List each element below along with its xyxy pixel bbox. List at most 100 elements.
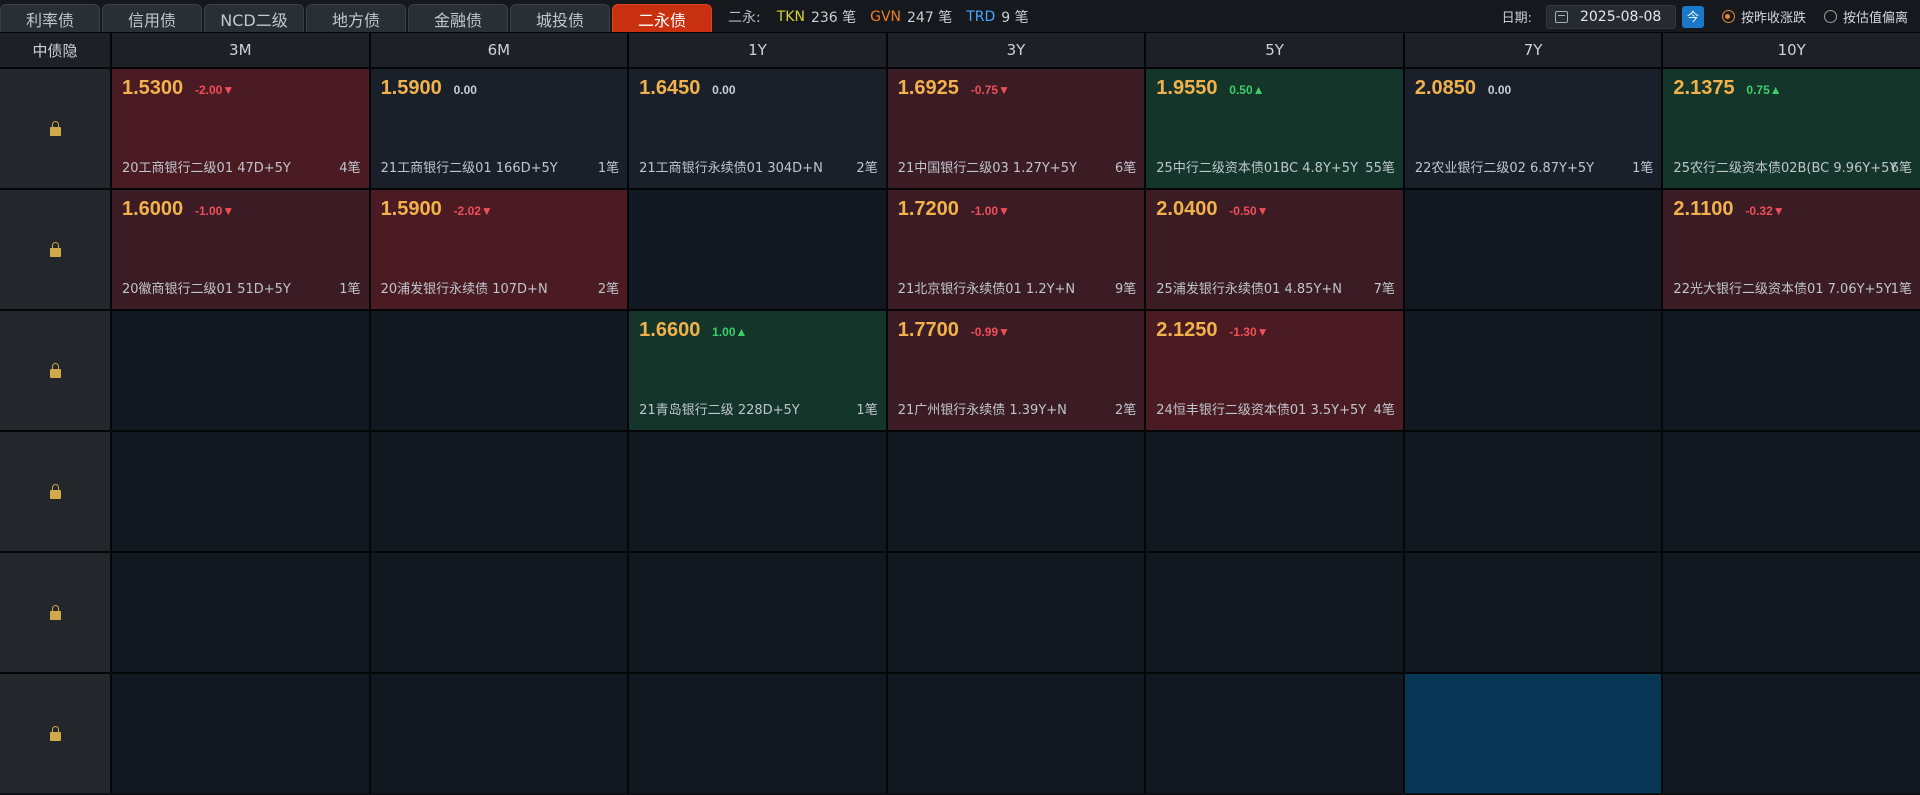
quote-yield: 1.6925 [897, 77, 959, 99]
empty-cell[interactable] [1404, 432, 1662, 551]
quote-cell[interactable]: 1.5900 0.00 21工商银行二级01 166D+5Y 1笔 [370, 69, 628, 188]
empty-cell[interactable] [629, 190, 886, 309]
radio-by-valuation-deviation[interactable]: 按估值偏离 [1823, 7, 1908, 26]
quote-cell[interactable]: 2.1100 -0.32▼ 22光大银行二级资本债01 7.06Y+5Y 1笔 [1663, 190, 1920, 309]
empty-cell[interactable] [370, 553, 628, 672]
date-picker[interactable]: 2025-08-08 [1545, 4, 1676, 29]
quote-cell[interactable]: 1.6450 0.00 21工商银行永续债01 304D+N 2笔 [629, 69, 886, 188]
quote-cell[interactable]: 1.5300 -2.00▼ 20工商银行二级01 47D+5Y 4笔 [112, 69, 369, 188]
empty-cell[interactable] [1663, 432, 1920, 551]
row-lock-toggle[interactable] [0, 432, 110, 551]
lock-icon [49, 362, 61, 378]
row-lock-toggle[interactable] [0, 190, 110, 309]
empty-cell[interactable] [1146, 553, 1403, 672]
quote-cell[interactable]: 1.6925 -0.75▼ 21中国银行二级03 1.27Y+5Y 6笔 [887, 69, 1145, 188]
tab-tier2-perpetual-bond[interactable]: 二永债 [612, 4, 712, 32]
empty-cell[interactable] [1404, 311, 1662, 430]
lock-icon [49, 120, 61, 136]
quote-cell[interactable]: 1.6600 1.00▲ 21青岛银行二级 228D+5Y 1笔 [629, 311, 886, 430]
trade-count: 1笔 [856, 403, 878, 418]
quote-change: -2.00▼ [195, 83, 235, 97]
bond-name: 22农业银行二级02 6.87Y+5Y [1414, 161, 1595, 176]
bond-name: 22光大银行二级资本债01 7.06Y+5Y [1673, 282, 1892, 297]
empty-cell[interactable] [629, 674, 886, 793]
bond-name: 21北京银行永续债01 1.2Y+N [897, 282, 1076, 297]
empty-cell[interactable] [1404, 190, 1662, 309]
empty-cell[interactable] [1663, 553, 1920, 672]
empty-cell[interactable] [887, 432, 1145, 551]
empty-cell[interactable] [370, 674, 628, 793]
quote-change: -0.75▼ [970, 83, 1010, 97]
yield-matrix: 中债隐 3M 6M 1Y 3Y 5Y 7Y 10Y 1.5300 -2.00▼ 20工商银行二级01… [0, 33, 1920, 793]
quote-yield: 1.7200 [897, 198, 959, 220]
quote-cell[interactable]: 1.9550 0.50▲ 25中行二级资本债01BC 4.8Y+5Y 55笔 [1146, 69, 1403, 188]
bond-name: 20浦发银行永续债 107D+N [380, 282, 548, 297]
quote-change: -1.00▼ [195, 204, 235, 218]
empty-cell[interactable] [370, 432, 628, 551]
lock-icon [49, 241, 61, 257]
quote-yield: 2.1250 [1156, 319, 1218, 341]
empty-cell[interactable] [112, 311, 369, 430]
quote-cell[interactable]: 2.0400 -0.50▼ 25浦发银行永续债01 4.85Y+N 7笔 [1146, 190, 1403, 309]
today-button[interactable]: 今 [1681, 5, 1704, 28]
trd-label: TRD [966, 8, 996, 25]
tab-financial-bond[interactable]: 金融债 [408, 4, 508, 32]
trade-stats: 二永: TKN 236 笔 GVN 247 笔 TRD 9 笔 [728, 0, 1043, 33]
trade-count: 1笔 [1632, 161, 1654, 176]
tab-ncd-secondary[interactable]: NCD二级 [204, 4, 304, 32]
corner-header: 中债隐 [0, 33, 110, 67]
empty-cell[interactable] [370, 311, 628, 430]
bond-name: 21中国银行二级03 1.27Y+5Y [897, 161, 1077, 176]
empty-cell[interactable] [1663, 311, 1920, 430]
empty-cell[interactable] [1146, 432, 1403, 551]
empty-cell[interactable] [1663, 674, 1920, 793]
trade-count: 2笔 [1115, 403, 1137, 418]
tab-local-gov-bond[interactable]: 地方债 [306, 4, 406, 32]
empty-cell[interactable] [112, 674, 369, 793]
empty-cell[interactable] [1404, 674, 1662, 793]
quote-yield: 2.1375 [1673, 77, 1735, 99]
column-header-5y: 5Y [1146, 33, 1403, 67]
empty-cell[interactable] [1146, 674, 1403, 793]
radio-label: 按估值偏离 [1842, 11, 1908, 26]
quote-cell[interactable]: 1.5900 -2.02▼ 20浦发银行永续债 107D+N 2笔 [370, 190, 628, 309]
quote-change: -2.02▼ [453, 204, 493, 218]
row-lock-toggle[interactable] [0, 674, 110, 793]
quote-change: 0.00 [1487, 83, 1512, 97]
date-value: 2025-08-08 [1579, 8, 1662, 25]
row-lock-toggle[interactable] [0, 553, 110, 672]
date-label: 日期: [1501, 11, 1532, 26]
trade-count: 1笔 [339, 282, 361, 297]
empty-cell[interactable] [629, 432, 886, 551]
quote-cell[interactable]: 2.1250 -1.30▼ 24恒丰银行二级资本债01 3.5Y+5Y 4笔 [1146, 311, 1403, 430]
empty-cell[interactable] [112, 553, 369, 672]
trade-count: 4笔 [339, 161, 361, 176]
empty-cell[interactable] [629, 553, 886, 672]
quote-cell[interactable]: 1.7700 -0.99▼ 21广州银行永续债 1.39Y+N 2笔 [887, 311, 1145, 430]
stats-label: 二永: [728, 9, 761, 26]
column-header-3m: 3M [112, 33, 369, 67]
radio-by-prev-close[interactable]: 按昨收涨跌 [1721, 7, 1806, 26]
empty-cell[interactable] [1404, 553, 1662, 672]
quote-cell[interactable]: 2.1375 0.75▲ 25农行二级资本债02B(BC 9.96Y+5Y 6笔 [1663, 69, 1920, 188]
empty-cell[interactable] [887, 674, 1145, 793]
quote-cell[interactable]: 1.7200 -1.00▼ 21北京银行永续债01 1.2Y+N 9笔 [887, 190, 1145, 309]
empty-cell[interactable] [112, 432, 369, 551]
quote-yield: 2.0850 [1414, 77, 1477, 99]
quote-change: -1.30▼ [1229, 325, 1269, 339]
trade-count: 2笔 [856, 161, 878, 176]
trade-count: 1笔 [1890, 282, 1912, 297]
tab-rate-bond[interactable]: 利率债 [0, 4, 100, 32]
top-toolbar: 利率债 信用债 NCD二级 地方债 金融债 城投债 二永债 二永: TKN 23… [0, 0, 1920, 33]
row-lock-toggle[interactable] [0, 69, 110, 188]
quote-change: -0.32▼ [1745, 204, 1785, 218]
quote-yield: 1.5900 [380, 77, 442, 99]
empty-cell[interactable] [887, 553, 1145, 672]
tab-urban-investment-bond[interactable]: 城投债 [510, 4, 610, 32]
quote-cell[interactable]: 1.6000 -1.00▼ 20徽商银行二级01 51D+5Y 1笔 [112, 190, 369, 309]
row-lock-toggle[interactable] [0, 311, 110, 430]
tab-credit-bond[interactable]: 信用债 [102, 4, 202, 32]
calendar-icon [1554, 10, 1568, 23]
trade-count: 2笔 [597, 282, 620, 297]
quote-cell[interactable]: 2.0850 0.00 22农业银行二级02 6.87Y+5Y 1笔 [1404, 69, 1662, 188]
